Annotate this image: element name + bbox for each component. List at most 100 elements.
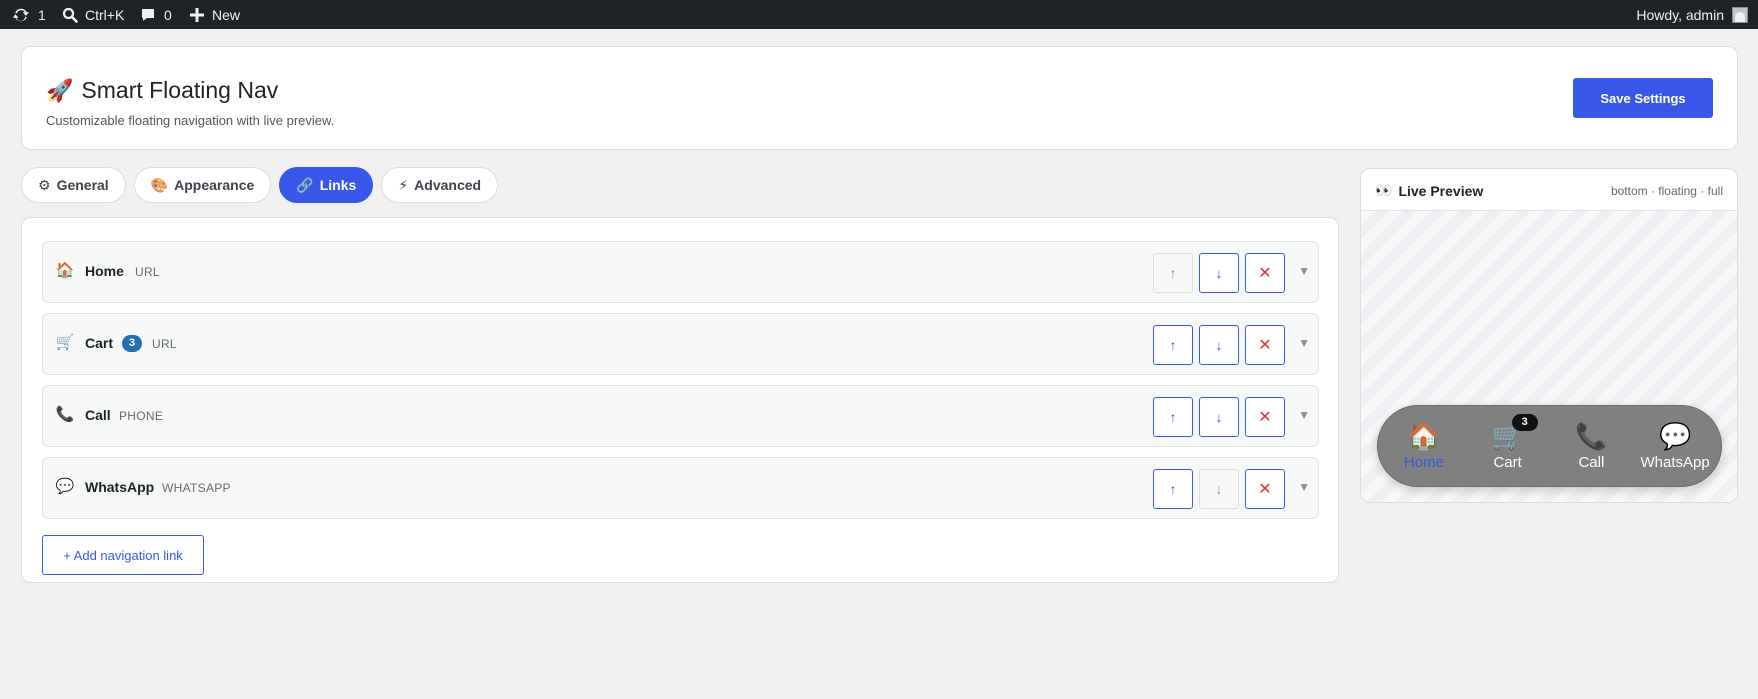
- new-content-menu[interactable]: New: [190, 0, 240, 29]
- move-up-button[interactable]: ↑: [1153, 253, 1193, 293]
- nav-item-label: WhatsApp: [1640, 453, 1710, 471]
- link-row-whatsapp[interactable]: 💬 WhatsApp WHATSAPP ↑ ↓ ✕ ▼: [42, 457, 1319, 519]
- link-row-call[interactable]: 📞 Call PHONE ↑ ↓ ✕ ▼: [42, 385, 1319, 447]
- expand-chevron-icon[interactable]: ▼: [1298, 480, 1310, 494]
- link-row-home[interactable]: 🏠 Home URL ↑ ↓ ✕ ▼: [42, 241, 1319, 303]
- close-icon: ✕: [1258, 337, 1272, 354]
- preview-title: 👀 Live Preview: [1375, 182, 1483, 199]
- house-icon: 🏠: [55, 262, 75, 279]
- search-menu[interactable]: Ctrl+K: [62, 0, 124, 29]
- link-type: PHONE: [119, 409, 164, 423]
- arrow-down-icon: ↓: [1215, 409, 1223, 425]
- count-badge: 3: [122, 335, 142, 352]
- nav-item-call[interactable]: 📞 Call: [1551, 422, 1631, 471]
- page-subtitle: Customizable floating navigation with li…: [46, 113, 335, 128]
- comment-icon: [140, 7, 156, 23]
- nav-item-whatsapp[interactable]: 💬 WhatsApp: [1635, 422, 1715, 471]
- delete-link-button[interactable]: ✕: [1245, 397, 1285, 437]
- header-card: 🚀 Smart Floating Nav Customizable floati…: [21, 46, 1738, 150]
- settings-tabs: ⚙ General 🎨 Appearance 🔗 Links ⚡ Advance…: [21, 167, 499, 203]
- new-label: New: [212, 6, 241, 23]
- howdy-text: Howdy, admin: [1636, 6, 1724, 23]
- eyes-icon: 👀: [1375, 182, 1393, 198]
- page-title: 🚀 Smart Floating Nav: [46, 77, 278, 104]
- link-label: Cart: [85, 335, 114, 351]
- tab-label: Advanced: [414, 177, 482, 193]
- search-shortcut: Ctrl+K: [85, 6, 125, 23]
- cart-badge: 3: [1511, 413, 1538, 431]
- speech-bubble-icon: 💬: [1658, 420, 1692, 451]
- arrow-up-icon: ↑: [1169, 337, 1177, 353]
- preview-canvas: 🏠 Home 🛒 3 Cart 📞 Call 💬 WhatsApp: [1361, 211, 1737, 502]
- search-icon: [62, 7, 78, 23]
- arrow-down-icon: ↓: [1215, 481, 1223, 497]
- gear-icon: ⚙: [38, 176, 51, 193]
- tab-label: Links: [319, 177, 357, 193]
- floating-nav-bar: 🏠 Home 🛒 3 Cart 📞 Call 💬 WhatsApp: [1377, 405, 1722, 487]
- expand-chevron-icon[interactable]: ▼: [1298, 408, 1310, 422]
- phone-icon: 📞: [55, 406, 75, 423]
- updates-menu[interactable]: 1: [12, 0, 46, 29]
- link-label: Home: [85, 263, 124, 279]
- expand-chevron-icon[interactable]: ▼: [1298, 264, 1310, 278]
- move-down-button[interactable]: ↓: [1199, 325, 1239, 365]
- rocket-icon: 🚀: [46, 77, 74, 103]
- link-label: Call: [85, 407, 111, 423]
- arrow-up-icon: ↑: [1169, 481, 1177, 497]
- page-title-text: Smart Floating Nav: [81, 77, 279, 103]
- nav-item-label: Cart: [1493, 453, 1522, 471]
- arrow-down-icon: ↓: [1215, 337, 1223, 353]
- speech-bubble-icon: 💬: [55, 478, 75, 495]
- tab-label: General: [56, 177, 109, 193]
- move-up-button[interactable]: ↑: [1153, 397, 1193, 437]
- arrow-down-icon: ↓: [1215, 265, 1223, 281]
- delete-link-button[interactable]: ✕: [1245, 469, 1285, 509]
- arrow-up-icon: ↑: [1169, 265, 1177, 281]
- nav-item-label: Call: [1578, 453, 1605, 471]
- updates-count: 1: [38, 6, 46, 23]
- nav-item-cart[interactable]: 🛒 3 Cart: [1468, 413, 1548, 471]
- cart-icon: 🛒: [55, 334, 75, 351]
- close-icon: ✕: [1258, 265, 1272, 282]
- tab-appearance[interactable]: 🎨 Appearance: [133, 167, 272, 203]
- house-icon: 🏠: [1407, 420, 1441, 451]
- tab-advanced[interactable]: ⚡ Advanced: [381, 167, 499, 203]
- live-preview-panel: 👀 Live Preview bottom · floating · full …: [1360, 168, 1738, 503]
- comments-menu[interactable]: 0: [140, 0, 172, 29]
- delete-link-button[interactable]: ✕: [1245, 253, 1285, 293]
- tab-links[interactable]: 🔗 Links: [279, 167, 374, 203]
- phone-icon: 📞: [1575, 420, 1608, 451]
- link-type: URL: [152, 337, 177, 351]
- close-icon: ✕: [1258, 409, 1272, 426]
- link-type: WHATSAPP: [162, 481, 231, 495]
- tab-label: Appearance: [174, 177, 255, 193]
- link-type: URL: [135, 265, 160, 279]
- add-navigation-link-button[interactable]: + Add navigation link: [42, 535, 204, 575]
- comments-count: 0: [164, 6, 172, 23]
- nav-item-home[interactable]: 🏠 Home: [1384, 422, 1464, 471]
- link-row-cart[interactable]: 🛒 Cart 3 URL ↑ ↓ ✕ ▼: [42, 313, 1319, 375]
- arrow-up-icon: ↑: [1169, 409, 1177, 425]
- move-up-button[interactable]: ↑: [1153, 325, 1193, 365]
- nav-item-label: Home: [1403, 453, 1444, 471]
- links-panel: 🏠 Home URL ↑ ↓ ✕ ▼ 🛒 Cart 3 URL ↑ ↓ ✕ ▼ …: [21, 217, 1339, 583]
- preview-meta: bottom · floating · full: [1610, 184, 1723, 198]
- refresh-icon: [12, 6, 30, 24]
- delete-link-button[interactable]: ✕: [1245, 325, 1285, 365]
- plus-icon: [190, 7, 204, 22]
- account-menu[interactable]: Howdy, admin: [1636, 0, 1748, 29]
- tab-general[interactable]: ⚙ General: [21, 167, 126, 203]
- move-up-button[interactable]: ↑: [1153, 469, 1193, 509]
- preview-title-text: Live Preview: [1398, 182, 1484, 199]
- move-down-button[interactable]: ↓: [1199, 253, 1239, 293]
- link-icon: 🔗: [296, 176, 314, 193]
- move-down-button[interactable]: ↓: [1199, 397, 1239, 437]
- lightning-icon: ⚡: [398, 176, 409, 193]
- move-down-button[interactable]: ↓: [1199, 469, 1239, 509]
- avatar: [1732, 6, 1748, 23]
- expand-chevron-icon[interactable]: ▼: [1298, 336, 1310, 350]
- admin-bar: 1 Ctrl+K 0 New Howdy, admin: [0, 0, 1758, 29]
- palette-icon: 🎨: [150, 176, 169, 193]
- preview-header: 👀 Live Preview bottom · floating · full: [1361, 169, 1737, 211]
- save-settings-button[interactable]: Save Settings: [1573, 78, 1713, 118]
